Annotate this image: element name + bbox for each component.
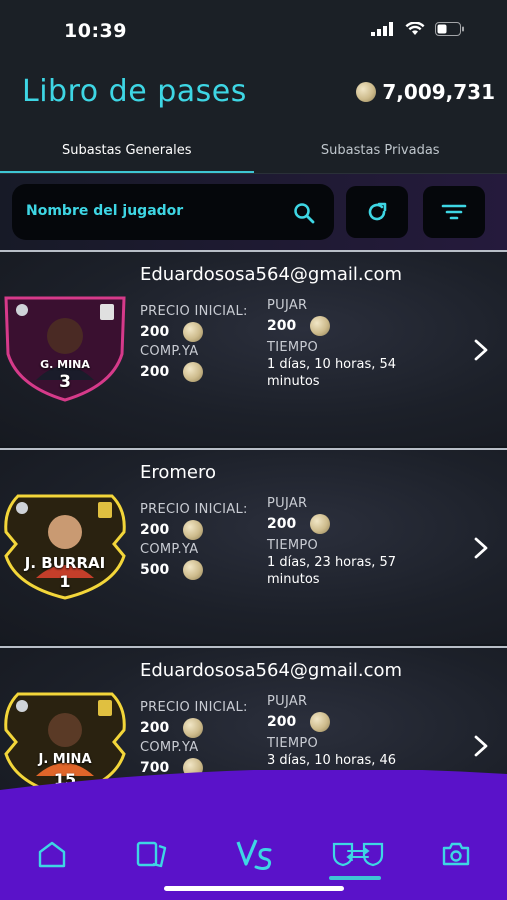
bid-value: 200 (267, 318, 297, 334)
search-input[interactable]: Nombre del jugador (12, 184, 334, 240)
search-icon[interactable] (292, 201, 316, 225)
time-left: 1 días, 10 horas, 54 minutos (267, 357, 397, 389)
filter-icon (441, 204, 467, 220)
initial-price-label: PRECIO INICIAL: (140, 700, 248, 715)
coin-balance: 7,009,731 (356, 80, 495, 104)
time-label: TIEMPO (267, 736, 319, 751)
buy-now-value: 200 (140, 364, 170, 380)
buy-now-label: COMP.YA (140, 542, 199, 557)
cards-icon (136, 841, 167, 868)
initial-price: 200 (140, 520, 204, 540)
seller-name: Eduardososa564@gmail.com (140, 264, 403, 285)
nav-cards[interactable] (130, 832, 174, 876)
bid-label: PUJAR (267, 694, 308, 709)
home-indicator (164, 886, 344, 891)
seller-name: Eduardososa564@gmail.com (140, 660, 403, 681)
initial-price-value: 200 (140, 720, 170, 736)
signal-icon (371, 22, 393, 36)
bid-label: PUJAR (267, 298, 308, 313)
coin-icon (310, 316, 331, 336)
status-time: 10:39 (64, 20, 127, 42)
bid-label: PUJAR (267, 496, 308, 511)
auction-card[interactable]: Eromero J. BURRAI 1 PRECIO INICIAL: 200 … (0, 448, 507, 644)
filter-button[interactable] (423, 186, 485, 238)
player-number: 3 (59, 372, 71, 392)
initial-price: 200 (140, 322, 204, 342)
buy-now-price: 500 (140, 560, 204, 580)
buy-now-label: COMP.YA (140, 740, 199, 755)
nav-active-indicator (329, 876, 381, 880)
buy-now-price: 200 (140, 362, 204, 382)
initial-price-value: 200 (140, 522, 170, 538)
player-number: 1 (59, 572, 71, 591)
coin-icon (310, 712, 331, 732)
search-row: Nombre del jugador (0, 174, 507, 250)
initial-price-value: 200 (140, 324, 170, 340)
bid-price: 200 (267, 316, 331, 336)
transfer-icon (332, 842, 384, 867)
player-name: J. MINA (38, 752, 92, 767)
initial-price: 200 (140, 718, 204, 738)
coin-icon (183, 560, 204, 580)
nav-home[interactable] (30, 832, 74, 876)
coin-icon (183, 362, 204, 382)
tab-label: Subastas Privadas (320, 142, 440, 158)
coin-icon (356, 82, 377, 102)
chevron-right-icon[interactable] (473, 338, 489, 362)
header: Libro de pases 7,009,731 Subastas Genera… (0, 62, 507, 174)
wifi-icon (405, 22, 425, 35)
initial-price-label: PRECIO INICIAL: (140, 304, 248, 319)
player-name: G. MINA (40, 358, 90, 371)
bid-value: 200 (267, 516, 297, 532)
balance-value: 7,009,731 (382, 80, 495, 104)
nav-versus[interactable] (232, 832, 276, 876)
buy-now-value: 500 (140, 562, 170, 578)
auction-list: Eduardososa564@gmail.com G. MINA 3 PRECI… (0, 250, 507, 810)
refresh-button[interactable] (346, 186, 408, 238)
player-card: J. BURRAI 1 (2, 492, 128, 600)
page-title: Libro de pases (22, 74, 247, 109)
battery-icon (435, 22, 464, 36)
auction-card[interactable]: Eduardososa564@gmail.com G. MINA 3 PRECI… (0, 250, 507, 446)
seller-name: Eromero (140, 462, 217, 483)
initial-price-label: PRECIO INICIAL: (140, 502, 248, 517)
refresh-icon (368, 202, 387, 221)
tab-general-auctions[interactable]: Subastas Generales (0, 126, 254, 174)
time-label: TIEMPO (267, 538, 319, 553)
buy-now-label: COMP.YA (140, 344, 199, 359)
status-bar: 10:39 (0, 0, 507, 62)
time-left: 1 días, 23 horas, 57 minutos (267, 555, 397, 587)
search-placeholder: Nombre del jugador (26, 203, 184, 219)
coin-icon (183, 520, 204, 540)
nav-transfers[interactable] (331, 832, 385, 876)
player-name: J. BURRAI (24, 554, 106, 572)
home-icon (38, 841, 66, 868)
status-icons (371, 22, 465, 36)
tab-label: Subastas Generales (62, 142, 192, 158)
coin-icon (310, 514, 331, 534)
tab-bar: Subastas Generales Subastas Privadas (0, 126, 507, 174)
vs-icon (236, 839, 272, 870)
player-card: G. MINA 3 (2, 294, 128, 402)
coin-icon (183, 718, 204, 738)
bid-price: 200 (267, 514, 331, 534)
chevron-right-icon[interactable] (473, 536, 489, 560)
bid-price: 200 (267, 712, 331, 732)
coin-icon (183, 322, 204, 342)
chevron-right-icon[interactable] (473, 734, 489, 758)
tab-private-auctions[interactable]: Subastas Privadas (254, 126, 507, 174)
nav-camera[interactable] (434, 832, 478, 876)
bottom-nav (0, 770, 507, 900)
bid-value: 200 (267, 714, 297, 730)
time-label: TIEMPO (267, 340, 319, 355)
camera-icon (442, 842, 470, 866)
